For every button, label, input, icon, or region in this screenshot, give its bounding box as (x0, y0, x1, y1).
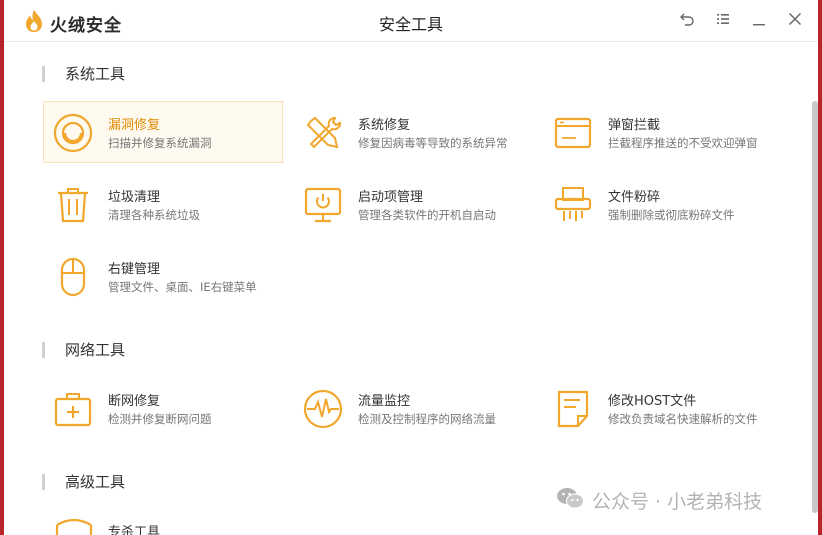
tool-edit-host[interactable]: 修改HOST文件 修改负责域名快速解析的文件 (543, 377, 783, 439)
tool-traffic-monitor[interactable]: 流量监控 检测及控制程序的网络流量 (293, 377, 533, 439)
tool-desc: 强制删除或彻底粉碎文件 (608, 208, 735, 222)
tool-system-repair[interactable]: 系统修复 修复因病毒等导致的系统异常 (293, 101, 533, 163)
watermark: 公众号 · 小老弟科技 (556, 486, 762, 514)
trash-can-icon (52, 184, 94, 226)
tool-name-partial[interactable]: 专杀工具 (108, 521, 160, 535)
section-title-advanced: 高级工具 (42, 471, 125, 492)
tool-startup-manage[interactable]: 启动项管理 管理各类软件的开机自启动 (293, 173, 533, 235)
watermark-text: 公众号 · 小老弟科技 (592, 490, 763, 513)
tool-popup-block[interactable]: 弹窗拦截 拦截程序推送的不受欢迎弹窗 (543, 101, 783, 163)
tool-desc: 管理文件、桌面、IE右键菜单 (108, 280, 257, 294)
tool-name: 文件粉碎 (608, 190, 661, 205)
section-text: 高级工具 (65, 473, 126, 491)
tool-name: 流量监控 (358, 394, 411, 409)
tool-name: 启动项管理 (358, 190, 424, 205)
tool-desc: 拦截程序推送的不受欢迎弹窗 (608, 136, 758, 150)
section-bar (42, 473, 45, 490)
tool-file-shred[interactable]: 文件粉碎 强制删除或彻底粉碎文件 (543, 173, 783, 235)
tool-name: 弹窗拦截 (608, 118, 661, 133)
tool-right-click-manage[interactable]: 右键管理 管理文件、桌面、IE右键菜单 (43, 245, 283, 307)
vulnerability-fix-icon (52, 112, 94, 154)
tool-network-repair[interactable]: 断网修复 检测并修复断网问题 (43, 377, 283, 439)
tool-desc: 管理各类软件的开机自启动 (358, 208, 496, 222)
section-bar (42, 65, 45, 82)
tool-name: 修改HOST文件 (608, 394, 697, 409)
first-aid-kit-icon (52, 388, 94, 430)
tools-content: 系统工具 漏洞修复 扫描并修复系统漏洞 系统修复 修复因病毒等导致的系统异常 弹… (4, 43, 818, 535)
tool-junk-clean[interactable]: 垃圾清理 清理各种系统垃圾 (43, 173, 283, 235)
traffic-wave-icon (302, 388, 344, 430)
tool-desc: 检测及控制程序的网络流量 (358, 412, 496, 426)
title-bar: 火绒安全 安全工具 (4, 0, 818, 42)
section-title-system: 系统工具 (42, 63, 125, 84)
menu-button[interactable] (713, 11, 733, 31)
tool-desc: 修复因病毒等导致的系统异常 (358, 136, 508, 150)
menu-icon (715, 11, 731, 31)
mouse-icon (52, 256, 94, 298)
tool-desc: 修改负责域名快速解析的文件 (608, 412, 758, 426)
wechat-icon (556, 486, 584, 514)
tool-desc: 清理各种系统垃圾 (108, 208, 200, 222)
minimize-button[interactable] (749, 11, 769, 31)
shield-icon (53, 517, 95, 535)
section-text: 网络工具 (65, 341, 126, 359)
popup-window-icon (552, 112, 594, 154)
app-window: 火绒安全 安全工具 系统工具 漏洞修复 扫描并修复系统漏洞 系统修复 修复因病毒… (4, 0, 818, 535)
wrench-screwdriver-icon (302, 112, 344, 154)
tool-vulnerability-fix[interactable]: 漏洞修复 扫描并修复系统漏洞 (43, 101, 283, 163)
section-title-network: 网络工具 (42, 339, 125, 360)
close-icon (787, 11, 803, 31)
close-button[interactable] (785, 11, 805, 31)
tool-name: 系统修复 (358, 118, 411, 133)
monitor-power-icon (302, 184, 344, 226)
tool-desc: 扫描并修复系统漏洞 (108, 136, 212, 150)
back-button[interactable] (677, 11, 697, 31)
tool-name: 断网修复 (108, 394, 161, 409)
tool-desc: 检测并修复断网问题 (108, 412, 212, 426)
undo-icon (679, 11, 695, 31)
section-bar (42, 341, 45, 358)
scrollbar[interactable] (812, 101, 818, 513)
minimize-icon (751, 11, 767, 31)
tool-name: 漏洞修复 (108, 118, 161, 133)
tool-name: 右键管理 (108, 262, 161, 277)
document-edit-icon (552, 388, 594, 430)
section-text: 系统工具 (65, 65, 126, 83)
tool-name: 垃圾清理 (108, 190, 161, 205)
shredder-icon (552, 184, 594, 226)
